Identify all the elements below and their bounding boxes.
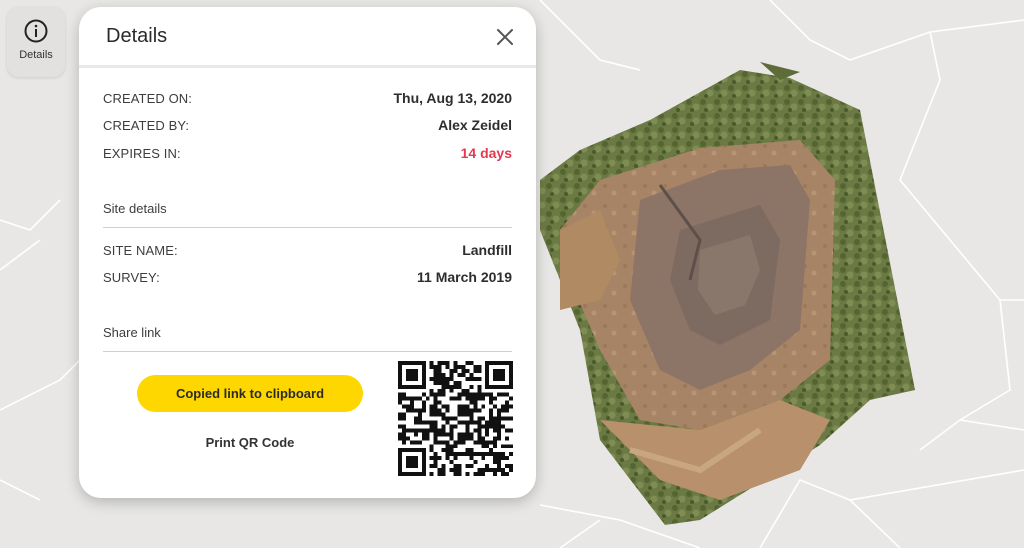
survey-row: SURVEY: 11 March 2019 [103, 267, 512, 287]
expires-in-row: EXPIRES IN: 14 days [103, 143, 512, 163]
details-panel: Details CREATED ON: Thu, Aug 13, 2020 CR… [79, 7, 536, 498]
survey-label: SURVEY: [103, 269, 160, 285]
created-on-label: CREATED ON: [103, 90, 192, 106]
survey-value: 11 March 2019 [417, 269, 512, 285]
close-icon[interactable] [495, 27, 515, 47]
created-on-value: Thu, Aug 13, 2020 [393, 90, 512, 106]
created-by-row: CREATED BY: Alex Zeidel [103, 115, 512, 135]
expires-in-label: EXPIRES IN: [103, 145, 181, 161]
panel-title: Details [106, 25, 168, 47]
panel-header: Details [79, 7, 536, 68]
share-link-heading: Share link [103, 325, 512, 352]
expires-in-value: 14 days [460, 145, 512, 161]
site-name-row: SITE NAME: Landfill [103, 240, 512, 260]
copy-link-button[interactable]: Copied link to clipboard [137, 375, 363, 412]
qr-code-icon [398, 361, 513, 476]
site-name-label: SITE NAME: [103, 242, 178, 258]
info-circle-icon [24, 19, 48, 43]
site-name-value: Landfill [462, 242, 512, 258]
print-qr-code-link[interactable]: Print QR Code [137, 435, 363, 453]
created-by-label: CREATED BY: [103, 117, 190, 133]
details-button[interactable]: Details [7, 7, 65, 77]
created-by-value: Alex Zeidel [438, 117, 512, 133]
aerial-imagery [540, 62, 915, 525]
site-details-heading: Site details [103, 201, 512, 228]
created-on-row: CREATED ON: Thu, Aug 13, 2020 [103, 88, 512, 108]
details-button-label: Details [19, 49, 53, 61]
